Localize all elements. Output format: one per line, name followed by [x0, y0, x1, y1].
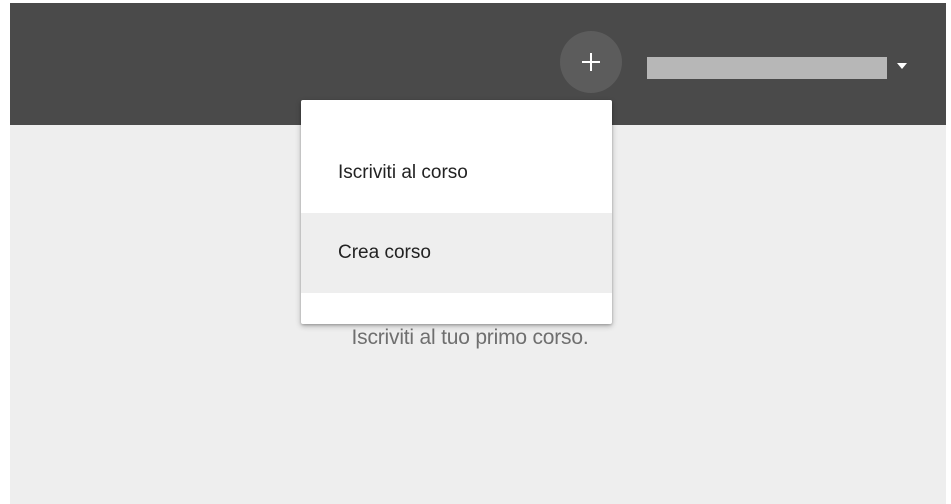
empty-state-message: Iscriviti al tuo primo corso.: [351, 326, 589, 349]
plus-icon: [582, 53, 600, 71]
menu-item-create-course[interactable]: Crea corso: [301, 213, 612, 293]
menu-item-join-course[interactable]: Iscriviti al corso: [301, 133, 612, 213]
caret-down-icon[interactable]: [897, 63, 907, 69]
menu-item-label: Iscriviti al corso: [338, 162, 468, 183]
app-window: Iscriviti al tuo primo corso. Iscriviti …: [0, 0, 951, 504]
account-switcher[interactable]: [647, 57, 913, 79]
menu-item-label: Crea corso: [338, 242, 431, 263]
account-name-redacted: [647, 57, 887, 79]
add-button[interactable]: [560, 31, 622, 93]
add-menu: Iscriviti al corso Crea corso: [301, 100, 612, 324]
